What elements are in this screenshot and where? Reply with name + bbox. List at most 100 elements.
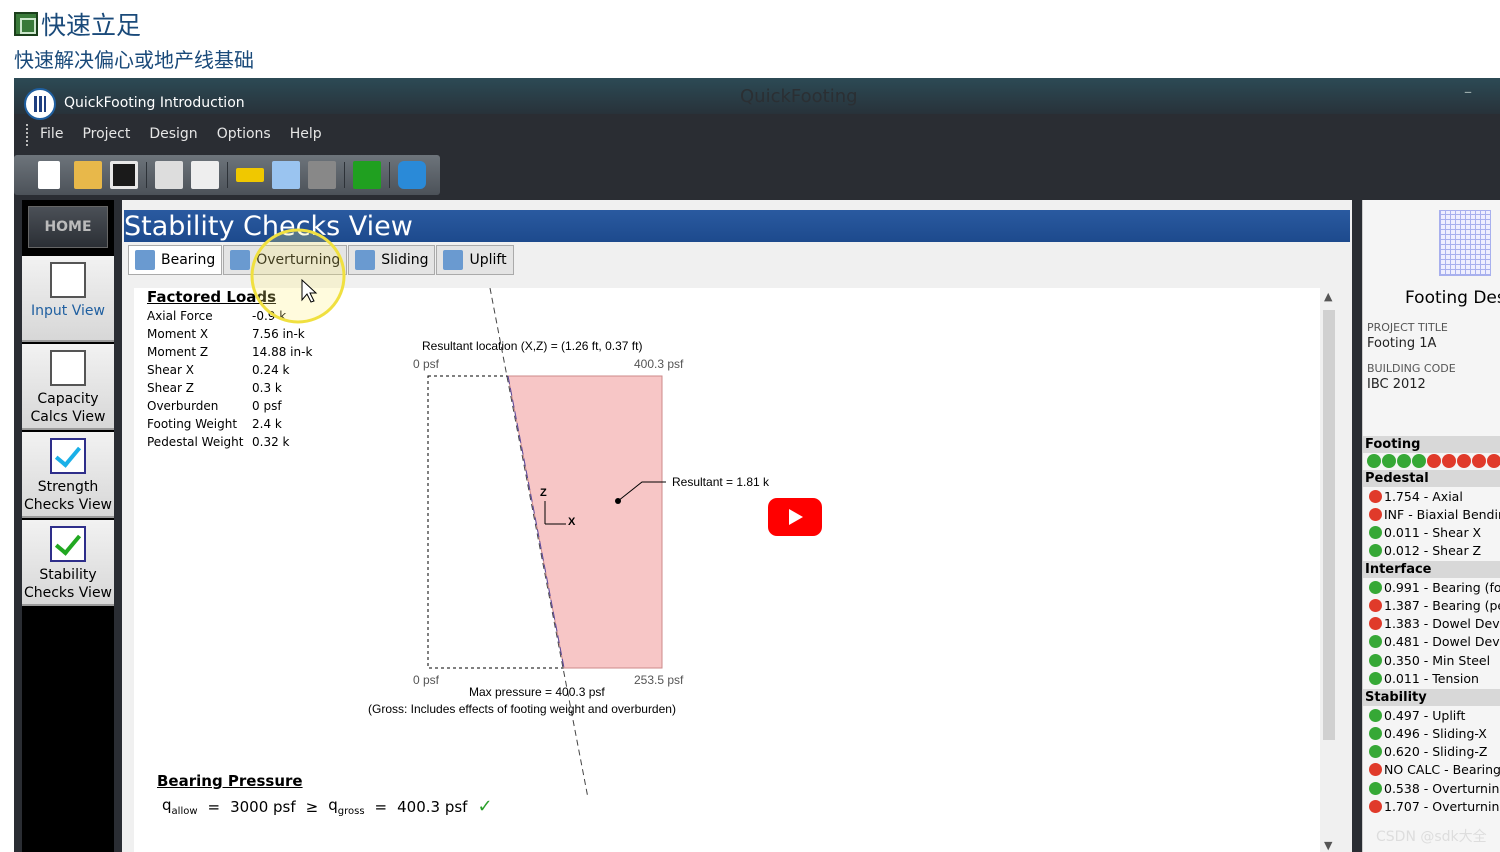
- pass-status-icon: [1369, 726, 1382, 740]
- check-item-label: 1.383 - Dowel Dev (: [1384, 616, 1500, 632]
- scroll-up-icon[interactable]: ▲: [1324, 290, 1332, 303]
- tab-sliding-label: Sliding: [381, 252, 429, 268]
- info-icon[interactable]: [398, 161, 426, 189]
- equals-sign: =: [207, 797, 221, 816]
- check-item[interactable]: INF - Biaxial Bending: [1363, 505, 1500, 523]
- nav-input-view[interactable]: Input View: [22, 256, 114, 342]
- check-item-label: 0.496 - Sliding-X: [1384, 725, 1487, 741]
- save-icon[interactable]: [110, 161, 138, 189]
- print-preview-icon[interactable]: [191, 161, 219, 189]
- pass-check-icon: ✓: [477, 796, 493, 817]
- pass-status-icon: [1369, 544, 1382, 558]
- menu-file[interactable]: File: [40, 126, 63, 142]
- menu-design[interactable]: Design: [149, 126, 197, 142]
- section-pedestal: Pedestal: [1363, 470, 1500, 487]
- youtube-play-button[interactable]: [768, 498, 822, 536]
- equals-sign: =: [374, 797, 388, 816]
- project-title-label: PROJECT TITLE: [1367, 321, 1448, 334]
- nav-stability-label-2: Checks View: [23, 585, 113, 601]
- page-subtitle: 快速解决偏心或地产线基础: [14, 48, 254, 72]
- pass-status-icon: [1369, 653, 1382, 667]
- check-item[interactable]: 1.387 - Bearing (ped: [1363, 596, 1500, 614]
- new-file-icon[interactable]: [38, 161, 60, 189]
- uplift-icon: [443, 250, 464, 270]
- pass-status-icon: [1369, 745, 1382, 759]
- pass-status-icon: [1369, 580, 1382, 594]
- check-item-label: 0.481 - Dowel Dev (: [1384, 634, 1500, 650]
- scroll-thumb[interactable]: [1323, 310, 1335, 740]
- calculator-icon[interactable]: [308, 161, 336, 189]
- nav-input-view-label: Input View: [31, 303, 105, 319]
- video-title[interactable]: QuickFooting Introduction: [64, 95, 245, 111]
- check-item[interactable]: NO CALC - Bearing F: [1363, 761, 1500, 779]
- status-dot: [1382, 454, 1396, 468]
- ruler-icon[interactable]: [236, 168, 264, 182]
- fit-view-icon[interactable]: [353, 161, 381, 189]
- channel-logo-icon[interactable]: [24, 88, 56, 120]
- tab-bearing[interactable]: Bearing: [128, 245, 223, 275]
- section-stability: Stability: [1363, 689, 1500, 706]
- check-item[interactable]: 0.350 - Min Steel: [1363, 651, 1500, 669]
- check-item[interactable]: 0.011 - Tension: [1363, 670, 1500, 688]
- menu-help[interactable]: Help: [290, 126, 322, 142]
- window-title: QuickFooting: [740, 86, 858, 107]
- scroll-down-icon[interactable]: ▼: [1324, 839, 1332, 852]
- tab-bearing-label: Bearing: [161, 252, 216, 268]
- load-combinations-icon[interactable]: [272, 161, 300, 189]
- nav-capacity-label-1: Capacity: [37, 391, 99, 407]
- bottom-right-pressure: 253.5 psf: [634, 673, 684, 687]
- fail-status-icon: [1369, 507, 1382, 521]
- open-folder-icon[interactable]: [74, 161, 102, 189]
- watermark: CSDN @sdk大全: [1376, 829, 1487, 845]
- menu-project[interactable]: Project: [82, 126, 130, 142]
- status-dot: [1472, 454, 1486, 468]
- vertical-scrollbar[interactable]: ▲ ▼: [1320, 288, 1338, 852]
- q-gross-value: 400.3 psf: [397, 797, 468, 816]
- status-dot: [1457, 454, 1471, 468]
- nav-strength-checks-view[interactable]: Strength Checks View: [22, 432, 114, 518]
- check-item[interactable]: 0.991 - Bearing (foo: [1363, 578, 1500, 596]
- left-nav: HOME Input View Capacity Calcs View Stre…: [22, 200, 114, 852]
- pass-status-icon: [1369, 526, 1382, 540]
- home-button[interactable]: HOME: [28, 206, 108, 248]
- title-bar: QuickFooting Introduction QuickFooting –: [14, 78, 1500, 120]
- check-item[interactable]: 0.538 - Overturning: [1363, 779, 1500, 797]
- print-icon[interactable]: [155, 161, 183, 189]
- status-dot: [1487, 454, 1500, 468]
- check-item-label: 0.011 - Shear X: [1384, 525, 1482, 541]
- menu-bar: File Project Design Options Help: [14, 118, 1500, 150]
- section-interface: Interface: [1363, 561, 1500, 578]
- page-header: 快速立足 快速解决偏心或地产线基础: [0, 0, 1500, 78]
- menu-options[interactable]: Options: [217, 126, 271, 142]
- resultant-label: Resultant = 1.81 k: [672, 475, 770, 489]
- check-item[interactable]: 0.496 - Sliding-X: [1363, 724, 1500, 742]
- check-item[interactable]: 0.497 - Uplift: [1363, 706, 1500, 724]
- check-item[interactable]: 0.620 - Sliding-Z: [1363, 743, 1500, 761]
- status-dot: [1367, 454, 1381, 468]
- nav-capacity-label-2: Calcs View: [30, 409, 106, 425]
- check-item[interactable]: 0.481 - Dowel Dev (: [1363, 633, 1500, 651]
- check-item[interactable]: 0.011 - Shear X: [1363, 524, 1500, 542]
- nav-stability-checks-view[interactable]: Stability Checks View: [22, 520, 114, 606]
- building-code-label: BUILDING CODE: [1367, 362, 1456, 375]
- nav-strength-label-1: Strength: [37, 479, 99, 495]
- check-item-label: 0.497 - Uplift: [1384, 707, 1466, 723]
- check-item[interactable]: 1.383 - Dowel Dev (: [1363, 615, 1500, 633]
- minimize-button[interactable]: –: [1464, 82, 1472, 101]
- pass-status-icon: [1369, 672, 1382, 685]
- nav-capacity-calcs-view[interactable]: Capacity Calcs View: [22, 344, 114, 430]
- check-item[interactable]: 1.707 - Overturning: [1363, 798, 1500, 816]
- tab-uplift[interactable]: Uplift: [436, 245, 514, 275]
- footing-design-title: Footing Des: [1405, 288, 1500, 308]
- status-dot: [1397, 454, 1411, 468]
- q-allow: qallow: [162, 796, 198, 817]
- check-item[interactable]: 1.754 - Axial: [1363, 487, 1500, 505]
- resultant-location-label: Resultant location (X,Z) = (1.26 ft, 0.3…: [422, 339, 642, 353]
- nav-stability-label-1: Stability: [39, 567, 97, 583]
- check-item-label: 0.011 - Tension: [1384, 671, 1479, 686]
- input-view-icon: [50, 262, 86, 298]
- strength-check-icon: [50, 438, 86, 474]
- footing-grid-icon: [1439, 210, 1491, 276]
- check-item[interactable]: 0.012 - Shear Z: [1363, 542, 1500, 560]
- bearing-formula: qallow = 3000 psf ≥ qgross = 400.3 psf ✓: [162, 796, 493, 817]
